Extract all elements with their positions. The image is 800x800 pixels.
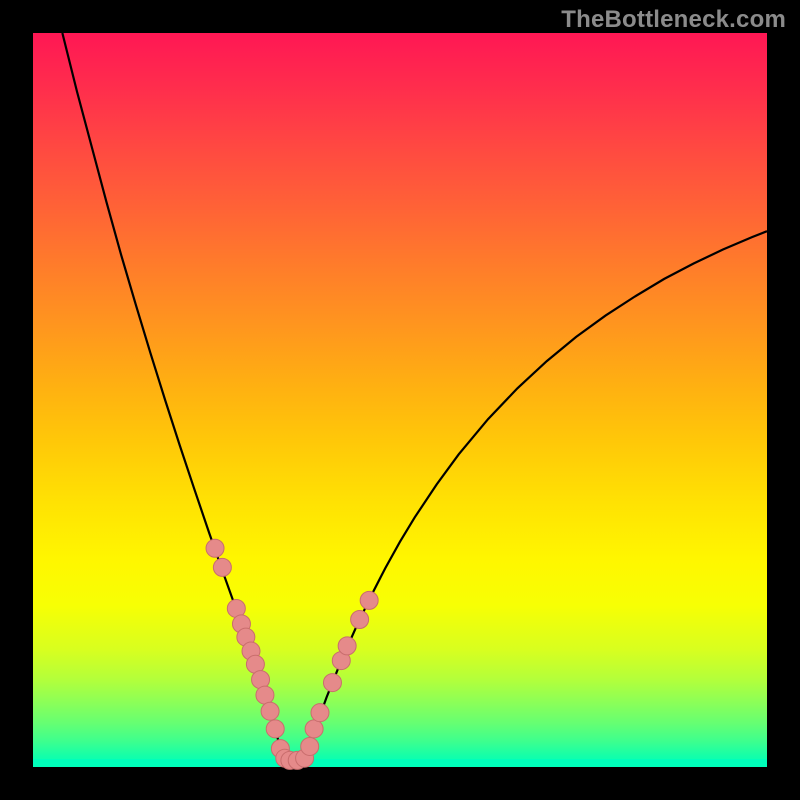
data-point [261,702,279,720]
bottleneck-curve [62,33,767,761]
curve-lines [62,33,767,761]
data-point [301,737,319,755]
data-point [206,539,224,557]
data-point [311,704,329,722]
curve-markers [206,539,378,769]
chart-svg [33,33,767,767]
data-point [213,558,231,576]
data-point [351,610,369,628]
chart-frame: TheBottleneck.com [0,0,800,800]
data-point [305,720,323,738]
data-point [338,637,356,655]
data-point [323,674,341,692]
data-point [360,591,378,609]
data-point [266,720,284,738]
watermark-text: TheBottleneck.com [561,6,786,34]
data-point [256,686,274,704]
plot-area [33,33,767,767]
